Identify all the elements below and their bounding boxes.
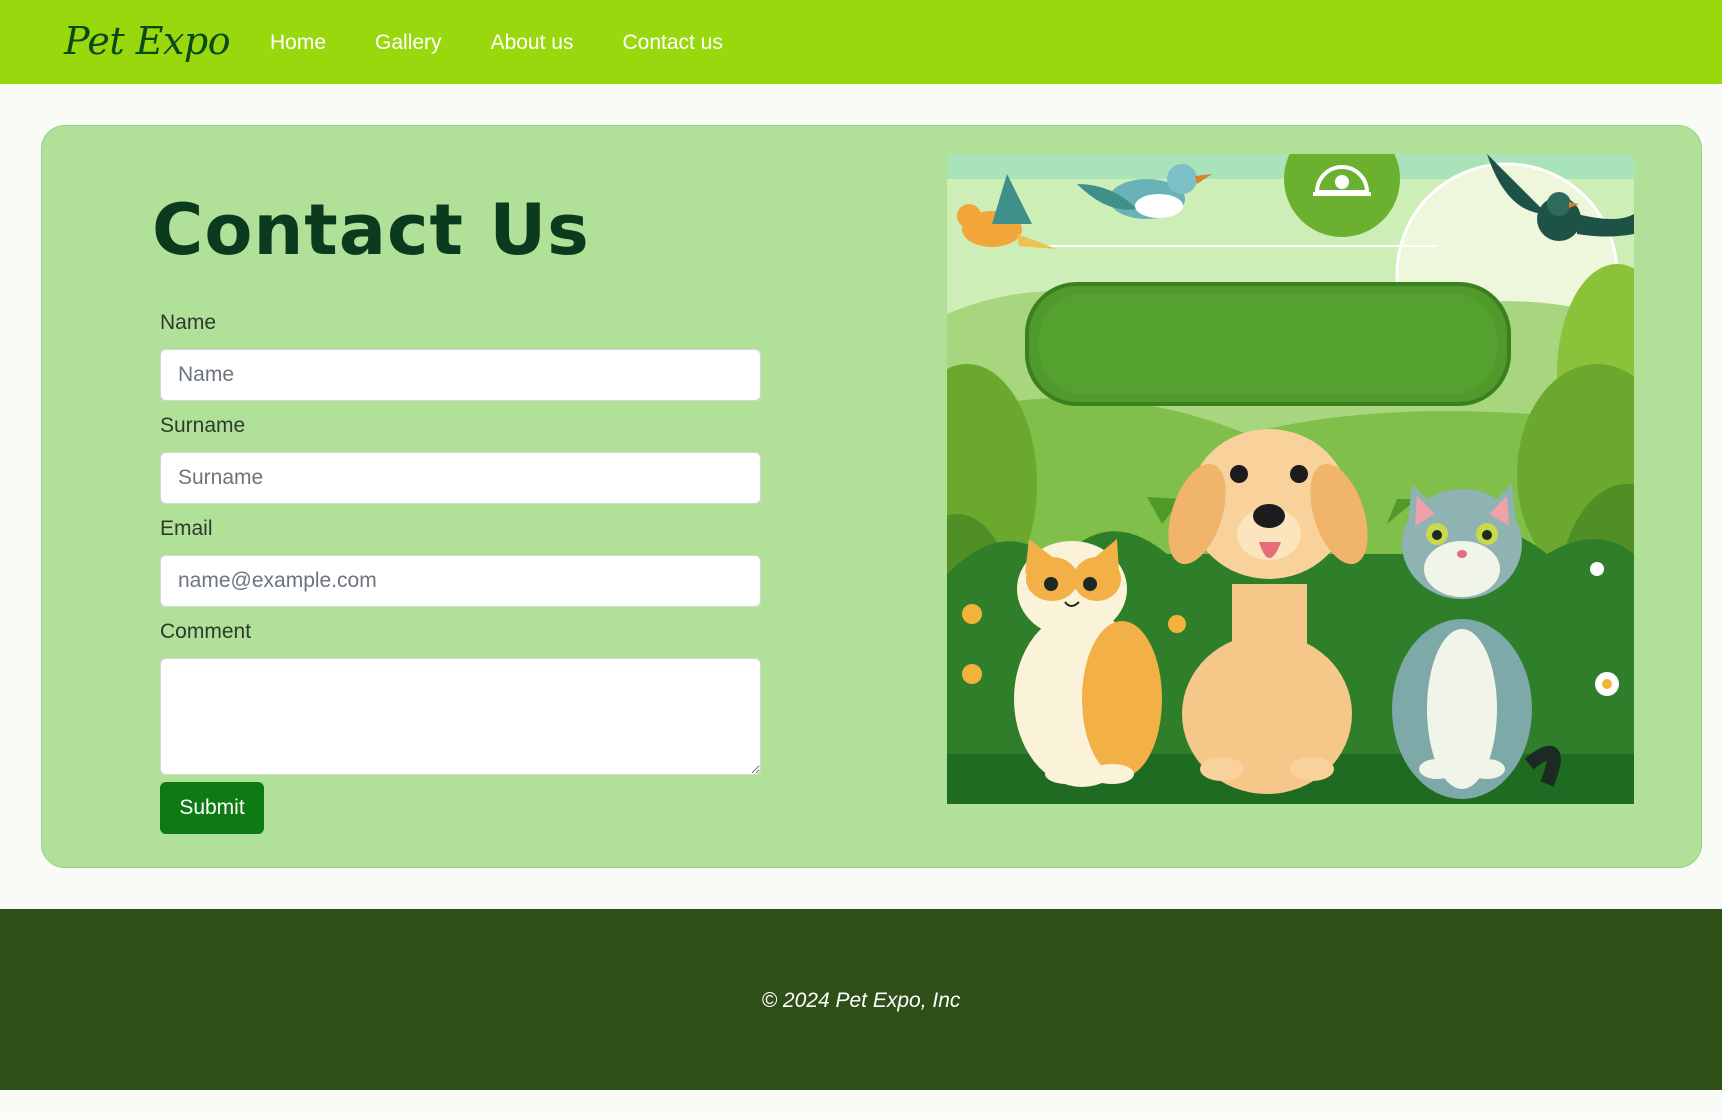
name-input[interactable] bbox=[160, 349, 761, 401]
surname-input[interactable] bbox=[160, 452, 761, 504]
email-label: Email bbox=[160, 517, 213, 540]
submit-button[interactable]: Submit bbox=[160, 782, 264, 834]
nav-link-home[interactable]: Home bbox=[270, 29, 326, 57]
comment-textarea[interactable] bbox=[160, 658, 761, 775]
nav-links: Home Gallery About us Contact us bbox=[270, 29, 772, 57]
footer: © 2024 Pet Expo, Inc bbox=[0, 909, 1722, 1090]
navbar: Pet Expo Home Gallery About us Contact u… bbox=[0, 0, 1722, 84]
nav-link-about[interactable]: About us bbox=[491, 29, 574, 57]
comment-label: Comment bbox=[160, 620, 252, 643]
pets-illustration-svg bbox=[947, 154, 1634, 804]
surname-label: Surname bbox=[160, 414, 246, 437]
brand-logo[interactable]: Pet Expo bbox=[64, 16, 231, 66]
copyright-text: © 2024 Pet Expo, Inc bbox=[761, 988, 961, 1012]
nav-link-gallery[interactable]: Gallery bbox=[375, 29, 442, 57]
name-label: Name bbox=[160, 311, 217, 334]
nav-link-contact[interactable]: Contact us bbox=[622, 29, 722, 57]
email-input[interactable] bbox=[160, 555, 761, 607]
pets-illustration bbox=[947, 154, 1634, 804]
contact-card: Contact Us Name Surname Email Comment Su… bbox=[41, 125, 1702, 868]
page-title: Contact Us bbox=[152, 189, 590, 271]
